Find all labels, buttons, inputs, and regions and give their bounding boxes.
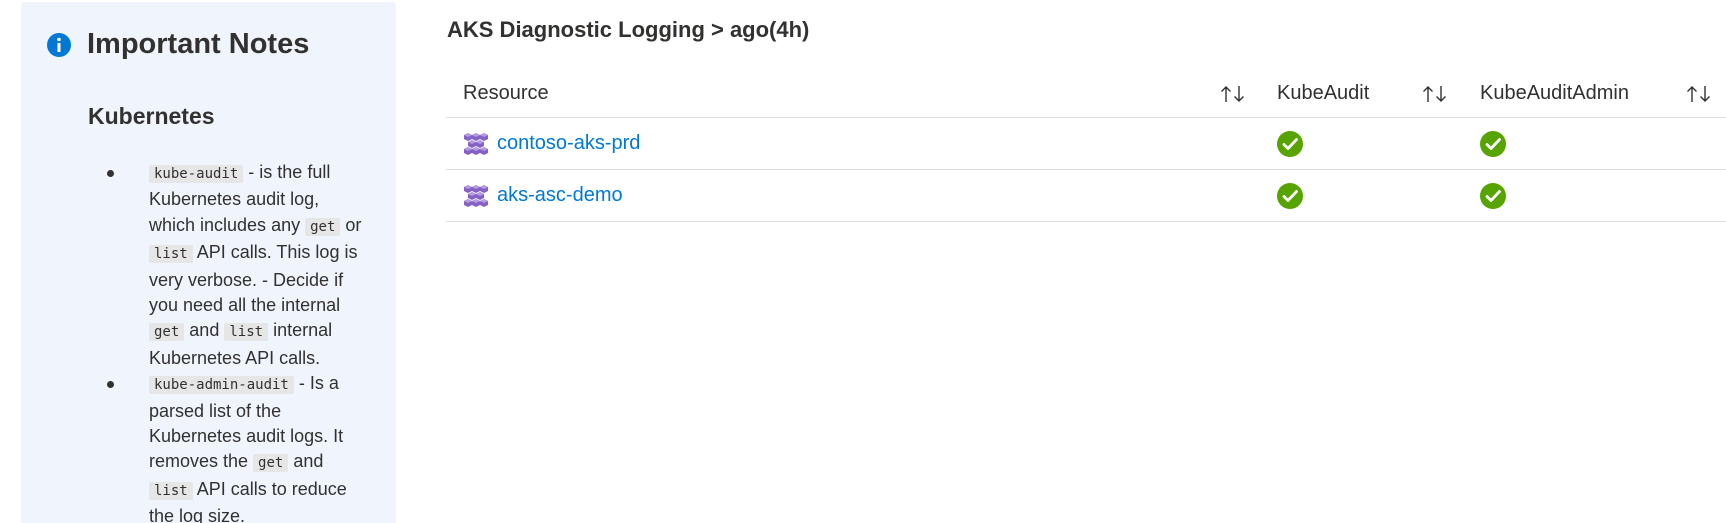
column-header-kubeauditadmin[interactable]: KubeAuditAdmin xyxy=(1480,70,1629,117)
important-notes-panel: Important Notes Kubernetes kube-audit - … xyxy=(21,2,396,523)
resource-grid: Resource KubeAudit KubeAuditAdmin contos… xyxy=(446,70,1726,222)
code-snippet: list xyxy=(224,323,269,342)
notes-subtitle: Kubernetes xyxy=(88,103,215,129)
kubeaudit-cell xyxy=(1277,118,1303,169)
notes-list: kube-audit - is the full Kubernetes audi… xyxy=(107,160,367,523)
resource-link[interactable]: contoso-aks-prd xyxy=(497,132,640,155)
kubeauditadmin-cell xyxy=(1480,118,1506,169)
grid-header: Resource KubeAudit KubeAuditAdmin xyxy=(446,70,1726,118)
workbook-page: Important Notes Kubernetes kube-audit - … xyxy=(0,0,1726,523)
sort-arrows-icon[interactable] xyxy=(1685,84,1713,104)
notes-title: Important Notes xyxy=(87,28,310,60)
list-item: kube-audit - is the full Kubernetes audi… xyxy=(107,160,367,371)
check-icon xyxy=(1480,182,1506,209)
aks-cluster-icon xyxy=(463,183,489,209)
code-snippet: get xyxy=(305,217,341,236)
column-header-label: Resource xyxy=(463,82,549,104)
resource-cell: aks-asc-demo xyxy=(463,170,623,221)
table-row: aks-asc-demo xyxy=(446,170,1726,222)
code-snippet: get xyxy=(149,323,185,342)
notes-header: Important Notes xyxy=(47,28,309,61)
column-header-label: KubeAuditAdmin xyxy=(1480,82,1629,104)
text-span: or xyxy=(340,214,362,235)
aks-cluster-icon xyxy=(463,131,489,157)
check-icon xyxy=(1277,130,1303,157)
code-snippet: get xyxy=(253,454,289,473)
kubeaudit-cell xyxy=(1277,170,1303,221)
sort-arrows-icon[interactable] xyxy=(1219,84,1247,104)
text-span: and xyxy=(288,451,324,472)
column-header-kubeaudit[interactable]: KubeAudit xyxy=(1277,70,1369,117)
grid-title: AKS Diagnostic Logging > ago(4h) xyxy=(447,17,810,42)
code-snippet: kube-admin-audit xyxy=(149,376,294,395)
code-snippet: kube-audit xyxy=(149,165,244,183)
text-span: and xyxy=(184,320,225,341)
code-snippet: list xyxy=(149,245,193,264)
sort-arrows-icon[interactable] xyxy=(1421,84,1449,104)
table-row: contoso-aks-prd xyxy=(446,118,1726,170)
check-icon xyxy=(1277,182,1303,209)
column-header-resource[interactable]: Resource xyxy=(463,70,549,117)
resource-cell: contoso-aks-prd xyxy=(463,118,640,169)
check-icon xyxy=(1480,130,1506,157)
list-item: kube-admin-audit - Is a parsed list of t… xyxy=(107,371,367,523)
info-icon xyxy=(47,32,71,57)
kubeauditadmin-cell xyxy=(1480,170,1506,221)
column-header-label: KubeAudit xyxy=(1277,82,1370,104)
code-snippet: list xyxy=(149,481,193,500)
resource-link[interactable]: aks-asc-demo xyxy=(497,184,623,207)
